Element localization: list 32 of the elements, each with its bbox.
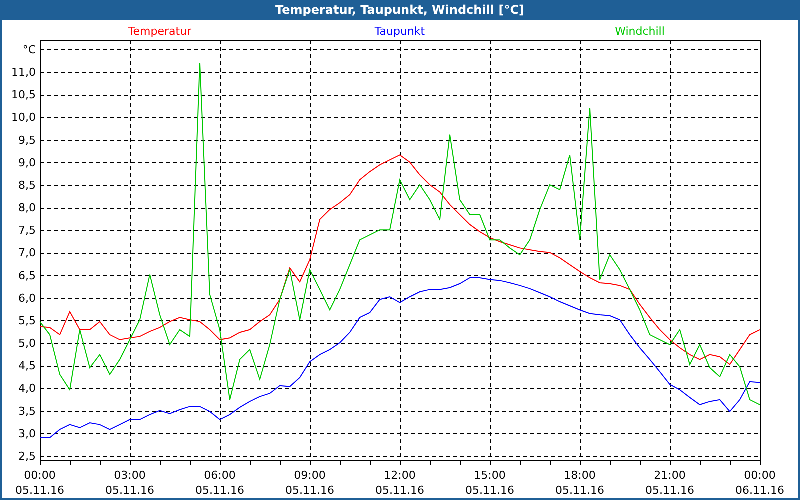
y-axis-label: 6,5 xyxy=(18,269,36,282)
legend-label: Temperatur xyxy=(128,25,192,38)
x-axis-label: 09:00 05.11.16 xyxy=(286,469,334,497)
x-axis-label: 18:00 05.11.16 xyxy=(556,469,604,497)
legend-label: Windchill xyxy=(615,25,665,38)
y-axis-label: 10,5 xyxy=(12,88,36,102)
y-axis-label: 5,0 xyxy=(18,337,36,350)
y-axis-unit: °C xyxy=(22,43,36,56)
y-axis-label: 3,0 xyxy=(18,427,36,440)
legend-label: Taupunkt xyxy=(374,25,426,38)
x-axis-label: 15:00 05.11.16 xyxy=(466,469,514,497)
y-axis-label: 3,5 xyxy=(18,404,36,418)
y-axis-label: 7,0 xyxy=(18,246,36,260)
window-title: Temperatur, Taupunkt, Windchill [°C] xyxy=(2,0,798,20)
x-axis-label: 03:00 05.11.16 xyxy=(106,469,154,497)
y-axis-label: 8,5 xyxy=(18,178,36,192)
x-axis-label: 00:00 06.11.16 xyxy=(736,469,784,497)
x-axis-label: 21:00 05.11.16 xyxy=(646,469,694,497)
y-axis-label: 9,0 xyxy=(18,156,36,170)
x-axis-label: 00:00 05.11.16 xyxy=(16,469,64,497)
y-axis-label: 6,0 xyxy=(18,292,36,305)
y-axis-label: 2,5 xyxy=(18,450,36,463)
y-axis-label: 5,5 xyxy=(18,314,36,328)
y-axis-label: 9,5 xyxy=(18,134,36,147)
y-axis-label: 7,5 xyxy=(18,224,36,238)
y-axis-label: 4,5 xyxy=(18,360,36,373)
x-axis-label: 06:00 05.11.16 xyxy=(196,469,244,497)
y-axis-label: 4,0 xyxy=(18,382,36,396)
x-axis-label: 12:00 05.11.16 xyxy=(376,469,424,497)
y-axis-label: 8,0 xyxy=(18,202,36,215)
y-axis-label: 11,0 xyxy=(12,66,36,80)
y-axis-label: 10,0 xyxy=(12,111,36,124)
